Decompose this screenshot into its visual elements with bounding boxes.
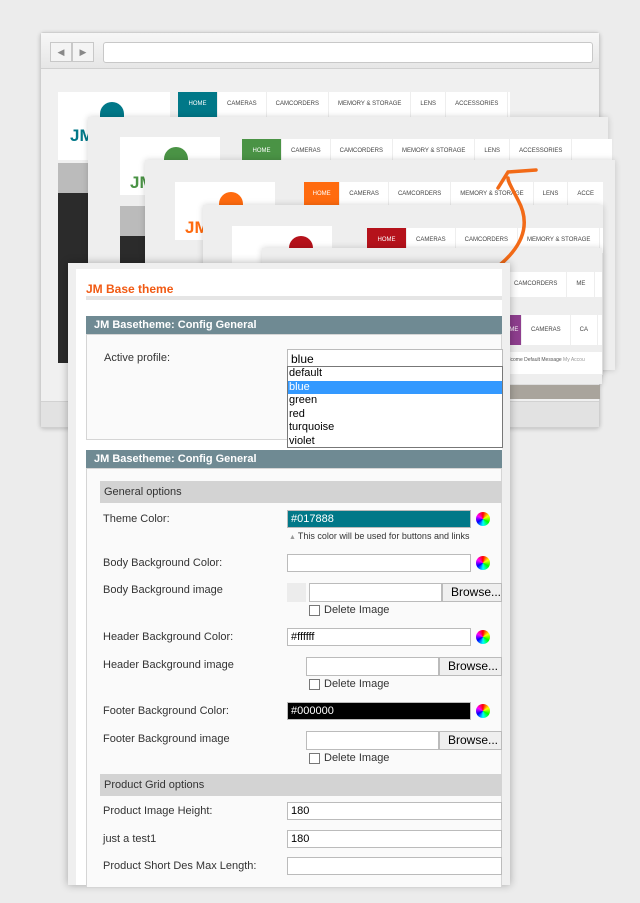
option-green[interactable]: green (288, 394, 502, 408)
banner-image (502, 385, 600, 399)
option-red[interactable]: red (288, 408, 502, 422)
section-header[interactable]: JM Basetheme: Config General (86, 316, 502, 334)
option-default[interactable]: default (288, 367, 502, 381)
product-image-height-label: Product Image Height: (103, 805, 213, 817)
profile-dropdown-list: default blue green red turquoise violet (287, 366, 503, 448)
store-nav-blue: HOME CAMERAS CAMCORDERS MEMORY & STORAGE… (178, 92, 510, 117)
page-title: JM Base theme (86, 282, 174, 296)
address-bar[interactable] (103, 42, 593, 63)
product-image-height-input[interactable]: 180 (287, 802, 502, 820)
profile-fieldset: Active profile: blue default blue green … (86, 334, 503, 448)
nav-accessories[interactable]: ACCESSORIES (446, 92, 509, 117)
body-bg-color-input[interactable] (287, 554, 471, 572)
footer-bg-image-label: Footer Background image (103, 733, 230, 745)
footer-bg-file-input[interactable] (306, 731, 439, 750)
color-picker-icon[interactable] (476, 512, 490, 526)
delete-image-label: Delete Image (324, 604, 390, 616)
image-preview (287, 583, 306, 602)
browse-button[interactable]: Browse... (439, 657, 502, 676)
welcome-message: Welcome Default Message (502, 357, 562, 363)
triangle-icon: ▲ (289, 534, 298, 541)
divider (86, 296, 502, 300)
hint-text: This color will be used for buttons and … (297, 531, 470, 541)
short-des-label: Product Short Des Max Length: (103, 860, 257, 872)
color-picker-icon[interactable] (476, 704, 490, 718)
nav-cameras[interactable]: CAMERAS (340, 182, 389, 207)
body-bg-file-input[interactable] (309, 583, 442, 602)
delete-image-checkbox[interactable] (309, 753, 320, 764)
nav-lens[interactable]: LENS (411, 92, 447, 117)
camera-icon (100, 102, 124, 118)
color-picker-icon[interactable] (476, 630, 490, 644)
header-bg-file-input[interactable] (306, 657, 439, 676)
nav-home[interactable]: HOME (178, 92, 218, 117)
test-input[interactable]: 180 (287, 830, 502, 848)
theme-color-input[interactable]: #017888 (287, 510, 471, 528)
section-header[interactable]: JM Basetheme: Config General (86, 450, 502, 468)
nav-camcorders[interactable]: CAMCORDERS (267, 92, 330, 117)
delete-image-label: Delete Image (324, 678, 390, 690)
short-des-input[interactable] (287, 857, 502, 875)
product-grid-header: Product Grid options (100, 774, 502, 796)
active-profile-label: Active profile: (104, 352, 171, 364)
admin-config-panel: JM Base theme JM Basetheme: Config Gener… (68, 263, 510, 888)
nav-accessories[interactable]: ACCE (568, 182, 604, 207)
header-bg-color-label: Header Background Color: (103, 631, 234, 643)
body-bg-color-label: Body Background Color: (103, 557, 223, 569)
delete-image-label: Delete Image (324, 752, 390, 764)
nav-home[interactable]: HOME (304, 182, 341, 207)
option-blue[interactable]: blue (288, 380, 502, 394)
delete-image-checkbox[interactable] (309, 605, 320, 616)
theme-color-label: Theme Color: (103, 513, 170, 525)
general-options-header: General options (100, 481, 502, 503)
body-bg-image-label: Body Background image (103, 584, 223, 596)
header-bg-image-label: Header Background image (103, 659, 234, 671)
test-label: just a test1 (103, 833, 157, 845)
my-account-link[interactable]: My Accou (563, 357, 585, 363)
option-violet[interactable]: violet (288, 435, 502, 449)
footer-bg-color-input[interactable]: #000000 (287, 702, 471, 720)
color-picker-icon[interactable] (476, 556, 490, 570)
admin-content: JM Base theme JM Basetheme: Config Gener… (76, 269, 503, 888)
browser-toolbar: ◀ ▶ (41, 33, 599, 69)
theme-color-hint: ▲ This color will be used for buttons an… (289, 531, 469, 541)
browse-button[interactable]: Browse... (439, 731, 502, 750)
nav-memory[interactable]: ME (567, 272, 596, 297)
browse-button[interactable]: Browse... (442, 583, 502, 602)
welcome-bar: Welcome Default Message My Accou (502, 352, 602, 374)
delete-image-checkbox[interactable] (309, 679, 320, 690)
nav-cameras[interactable]: CAMERAS (218, 92, 267, 117)
forward-button[interactable]: ▶ (72, 42, 94, 62)
active-profile-select[interactable]: blue (287, 349, 503, 367)
option-turquoise[interactable]: turquoise (288, 421, 502, 435)
header-bg-color-input[interactable]: #ffffff (287, 628, 471, 646)
store-nav2-violet: OME CAMERAS CA (502, 315, 602, 345)
nav-cameras[interactable]: CAMERAS (522, 315, 571, 345)
back-button[interactable]: ◀ (50, 42, 72, 62)
footer-bg-color-label: Footer Background Color: (103, 705, 229, 717)
nav-camcorders[interactable]: CA (571, 315, 599, 345)
nav-memory[interactable]: MEMORY & STORAGE (329, 92, 412, 117)
